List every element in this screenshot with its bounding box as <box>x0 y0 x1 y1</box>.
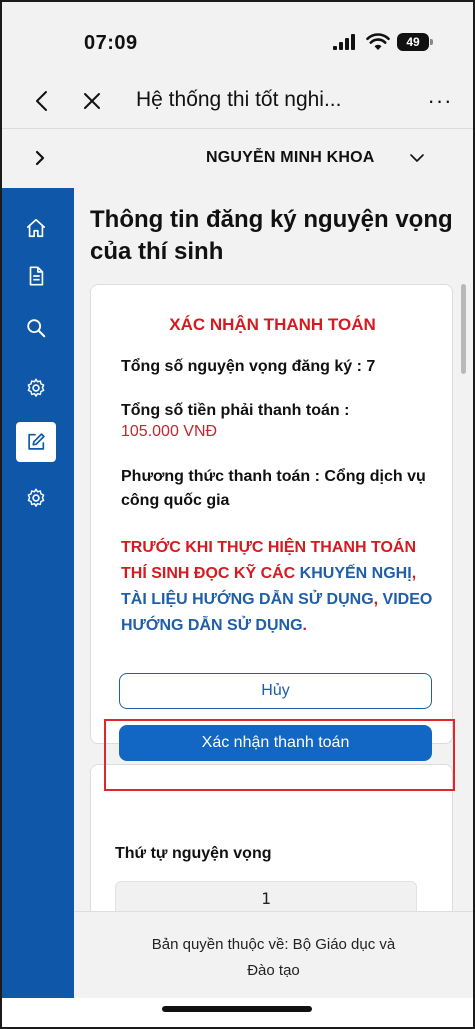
scrollbar[interactable] <box>461 284 466 374</box>
phone-frame: 07:09 49 Hệ thống thi tốt nghi... ··· NG… <box>0 0 475 1029</box>
user-guide-link[interactable]: TÀI LIỆU HƯỚNG DẪN SỬ DỤNG <box>121 591 374 608</box>
page-heading: Thông tin đăng ký nguyện vọng của thí si… <box>90 206 453 265</box>
wifi-icon <box>366 33 390 50</box>
chevron-down-icon[interactable] <box>408 149 426 167</box>
bottom-strip <box>2 998 473 1027</box>
chevron-right-icon[interactable] <box>32 147 48 169</box>
wish-order-field[interactable]: 1 <box>115 881 417 911</box>
total-amount-label: Tổng số tiền phải thanh toán : <box>121 402 350 419</box>
close-icon[interactable] <box>80 88 104 114</box>
nav-edit[interactable] <box>16 422 56 462</box>
home-icon <box>26 218 46 238</box>
search-icon <box>27 319 46 338</box>
nav-document[interactable] <box>16 256 56 296</box>
wish-order-label: Thứ tự nguyện vọng <box>115 845 272 862</box>
payment-card: XÁC NHẬN THANH TOÁN Tổng số nguyện vọng … <box>90 284 453 761</box>
highlight-annotation <box>104 719 455 791</box>
back-icon[interactable] <box>30 88 54 114</box>
payment-title: XÁC NHẬN THANH TOÁN <box>169 315 376 334</box>
payment-warning: TRƯỚC KHI THỰC HIỆN THANH TOÁN THÍ SINH … <box>121 539 433 634</box>
page-title: Hệ thống thi tốt nghi... <box>136 88 342 111</box>
nav-search[interactable] <box>16 308 56 348</box>
status-time: 07:09 <box>84 32 138 54</box>
home-indicator[interactable] <box>162 1006 312 1012</box>
status-bar: 07:09 49 <box>2 2 473 74</box>
gear-icon <box>27 378 45 397</box>
signal-icon <box>333 34 359 50</box>
recommendations-link[interactable]: KHUYẾN NGHỊ <box>300 565 412 582</box>
total-wishes: Tổng số nguyện vọng đăng ký : 7 <box>121 358 376 375</box>
status-icons: 49 <box>333 32 433 52</box>
nav-settings-2[interactable] <box>16 478 56 518</box>
nav-settings[interactable] <box>16 368 56 408</box>
footer-line-1: Bản quyền thuộc về: Bộ Giáo dục và <box>151 936 396 953</box>
edit-icon <box>28 433 45 450</box>
nav-home[interactable] <box>16 208 56 248</box>
total-amount-value: 105.000 VNĐ <box>121 423 218 440</box>
gear-icon <box>27 488 45 507</box>
footer: Bản quyền thuộc về: Bộ Giáo dục và Đào t… <box>74 911 473 998</box>
payment-method: Phương thức thanh toán : Cổng dịch vụ cô… <box>121 468 426 509</box>
footer-line-2: Đào tạo <box>247 962 300 979</box>
more-icon[interactable]: ··· <box>425 88 455 114</box>
browser-title-bar: Hệ thống thi tốt nghi... ··· <box>2 74 473 128</box>
document-icon <box>29 266 44 286</box>
battery-icon: 49 <box>397 32 433 52</box>
battery-level: 49 <box>397 33 429 51</box>
side-navigation <box>2 188 74 1027</box>
main-content: Thông tin đăng ký nguyện vọng của thí si… <box>74 188 473 911</box>
user-bar: NGUYỄN MINH KHOA <box>2 128 473 188</box>
user-name[interactable]: NGUYỄN MINH KHOA <box>206 149 375 167</box>
cancel-button[interactable]: Hủy <box>119 673 432 709</box>
